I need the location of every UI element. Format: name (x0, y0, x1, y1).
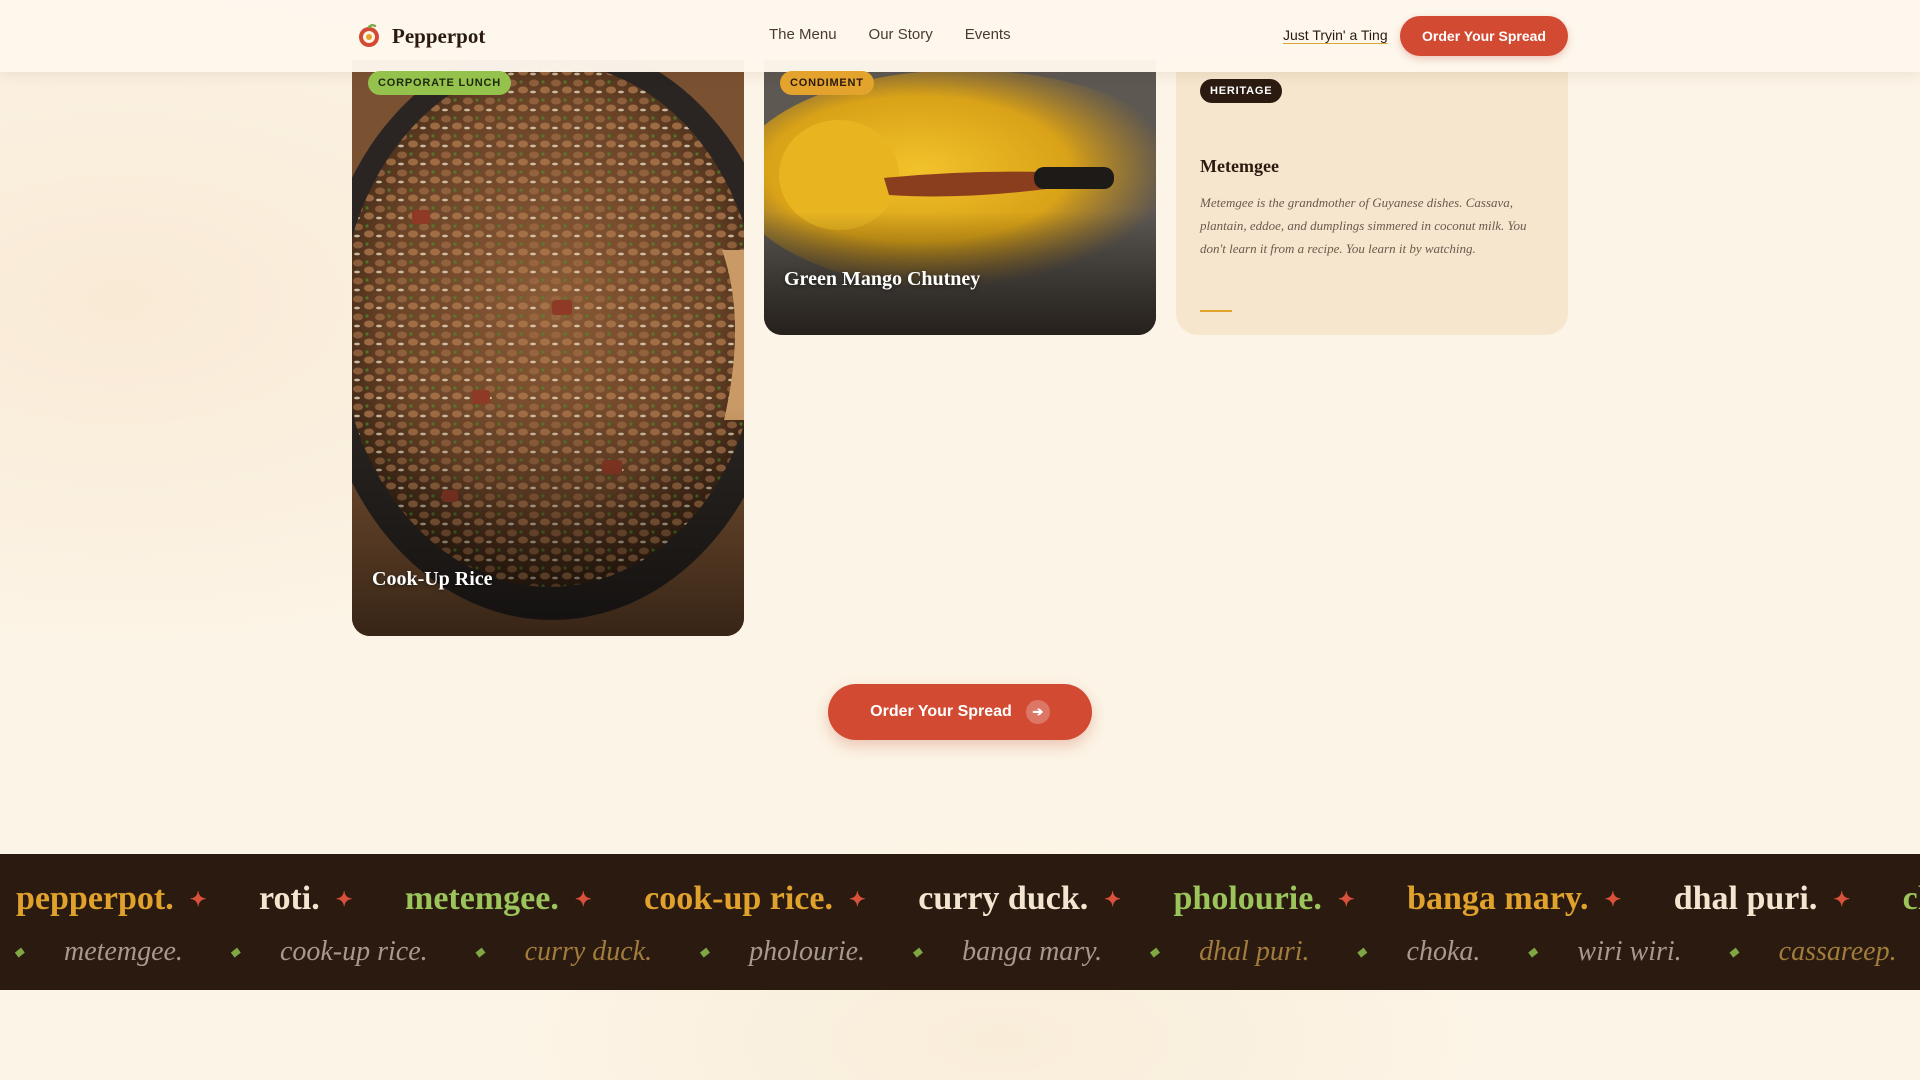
tag-condiment: CONDIMENT (780, 71, 874, 95)
marquee-word: banga mary. (1407, 880, 1589, 918)
diamond-icon: ◆ (474, 943, 485, 959)
marquee-row-secondary: ◆ metemgee. ◆ cook-up rice. ◆ curry duck. ◆… (14, 934, 1920, 968)
site-header: Pepperpot The Menu Our Story Events Just… (0, 0, 1920, 72)
order-spread-button[interactable]: Order Your Spread ➔ (828, 684, 1092, 740)
tag-corporate-lunch: CORPORATE LUNCH (368, 71, 512, 95)
card-cook-up-rice[interactable]: Cook-Up Rice (352, 60, 744, 636)
main-nav: The Menu Our Story Events (769, 26, 1011, 43)
marquee-word: metemgee. (405, 880, 559, 918)
diamond-icon: ◆ (1527, 943, 1538, 959)
star-icon: ✦ (848, 888, 866, 911)
star-icon: ✦ (1833, 888, 1851, 911)
header-order-button[interactable]: Order Your Spread (1400, 16, 1568, 56)
just-tryin-a-ting-link[interactable]: Just Tryin' a Ting (1283, 27, 1388, 43)
marquee-word: wiri wiri. (1577, 935, 1682, 967)
cook-up-rice-photo (352, 60, 744, 636)
star-icon: ✦ (1104, 888, 1122, 911)
marquee-word: cook-up rice. (644, 880, 833, 918)
marquee-word: pepperpot. (16, 880, 174, 918)
marquee-word: curry duck. (524, 935, 653, 967)
green-mango-chutney-photo (764, 60, 1156, 335)
star-icon: ✦ (1337, 888, 1355, 911)
marquee-word: roti. (259, 880, 320, 918)
arrow-right-icon: ➔ (1025, 700, 1050, 724)
marquee-word: cook-up rice. (279, 935, 428, 967)
logo-text: Pepperpot (392, 23, 486, 48)
dish-marquee: pepperpot. ✦ roti. ✦ metemgee. ✦ cook-up ri… (0, 854, 1920, 990)
diamond-icon: ◆ (14, 943, 24, 959)
marquee-word: choka. (1406, 935, 1481, 967)
nav-link-menu[interactable]: The Menu (769, 26, 837, 43)
card-title: Green Mango Chutney (784, 268, 981, 290)
nav-link-our-story[interactable]: Our Story (869, 26, 933, 43)
diamond-icon: ◆ (1728, 943, 1739, 959)
tag-heritage: HERITAGE (1200, 79, 1283, 103)
card-description: Metemgee is the grandmother of Guyanese … (1200, 195, 1527, 256)
marquee-word: metemgee. (64, 935, 183, 967)
card-title: Cook-Up Rice (372, 568, 493, 590)
accent-divider (1200, 310, 1232, 312)
diamond-icon: ◆ (699, 943, 710, 959)
diamond-icon: ◆ (229, 943, 240, 959)
marquee-word: pholourie. (749, 935, 866, 967)
marquee-word: choka. (1902, 880, 1920, 918)
diamond-icon: ◆ (1356, 943, 1367, 959)
star-icon: ✦ (335, 888, 353, 911)
diamond-icon: ◆ (912, 943, 923, 959)
star-icon: ✦ (189, 888, 207, 911)
pepper-logo-icon (359, 24, 379, 47)
nav-link-events[interactable]: Events (965, 26, 1011, 43)
order-spread-label: Order Your Spread (870, 703, 1012, 720)
card-green-mango-chutney[interactable]: Green Mango Chutney (764, 60, 1156, 335)
logo[interactable]: Pepperpot (356, 22, 485, 50)
marquee-word: dhal puri. (1673, 880, 1818, 918)
diamond-icon: ◆ (1149, 943, 1160, 959)
star-icon: ✦ (1604, 888, 1622, 911)
marquee-word: cassareep. (1778, 935, 1897, 967)
marquee-word: banga mary. (962, 935, 1103, 967)
marquee-word: dhal puri. (1199, 935, 1310, 967)
card-title: Metemgee (1200, 156, 1279, 176)
marquee-word: curry duck. (918, 880, 1089, 918)
marquee-word: pholourie. (1173, 880, 1322, 918)
marquee-row-primary: pepperpot. ✦ roti. ✦ metemgee. ✦ cook-up ri… (16, 878, 1920, 918)
star-icon: ✦ (574, 888, 592, 911)
